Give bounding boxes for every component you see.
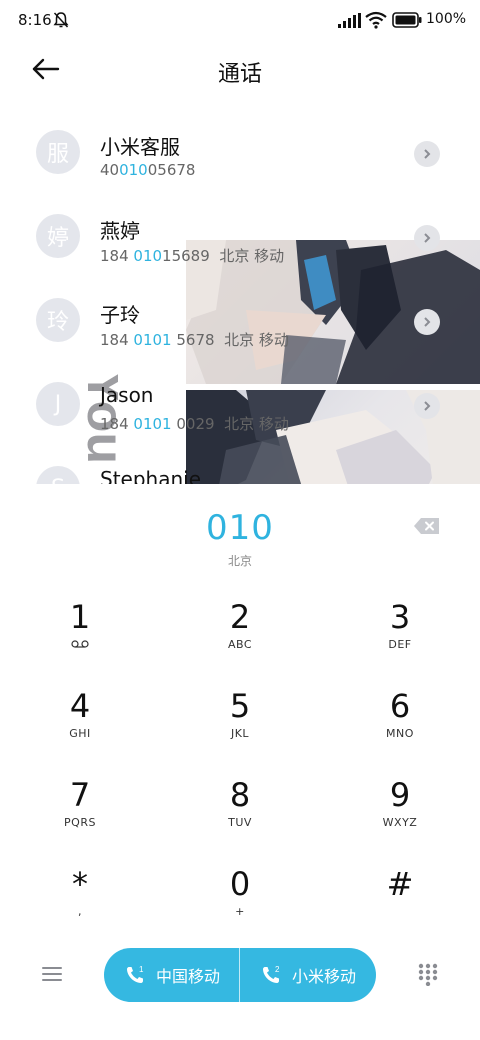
call-sim1-label: 中国移动 [155, 967, 220, 986]
dialed-location: 北京 [227, 554, 252, 568]
call-button-group: 1 中国移动 2 小米移动 [104, 948, 376, 1002]
contact-list[interactable]: You 服 小米客服 4001005678 婷 燕婷 184 01015689 … [0, 115, 480, 485]
key-4[interactable]: 4 GHI [20, 687, 140, 761]
contact-detail-button[interactable] [414, 393, 440, 419]
key-2[interactable]: 2 ABC [180, 598, 300, 672]
avatar: 婷 [36, 214, 80, 258]
key-star[interactable]: * , [20, 865, 140, 939]
bell-off-icon [53, 12, 69, 28]
key-3[interactable]: 3 DEF [340, 598, 460, 672]
status-bar: 8:16 100% [0, 0, 480, 44]
call-sim2-button[interactable]: 2 小米移动 [240, 948, 376, 1002]
phone-sim1-icon: 1 [126, 965, 144, 983]
phone-sim2-icon: 2 [262, 965, 280, 983]
contact-name: Stephanie [100, 467, 202, 485]
call-sim1-button[interactable]: 1 中国移动 [104, 948, 240, 1002]
contact-name: 小米客服 [100, 135, 180, 159]
battery-icon [392, 12, 422, 28]
contact-number: 184 01015689 北京 移动 [100, 247, 285, 265]
status-time: 8:16 [18, 11, 52, 29]
contact-number: 4001005678 [100, 161, 196, 179]
contact-number: 184 0101 0029 北京 移动 [100, 415, 289, 433]
contact-detail-button[interactable] [414, 225, 440, 251]
chevron-right-icon [424, 233, 431, 243]
avatar: S [36, 466, 80, 485]
call-sim2-label: 小米移动 [291, 967, 356, 986]
contact-item[interactable]: J Jason 184 0101 0029 北京 移动 [0, 367, 480, 451]
key-5[interactable]: 5 JKL [180, 687, 300, 761]
avatar: 玲 [36, 298, 80, 342]
wifi-icon [365, 11, 387, 29]
contact-name: 燕婷 [100, 219, 140, 243]
dialed-number: 010 [206, 508, 274, 548]
svg-text:2: 2 [275, 965, 280, 974]
key-0[interactable]: 0 + [180, 865, 300, 939]
backspace-icon[interactable] [413, 516, 441, 536]
avatar: J [36, 382, 80, 426]
contact-name: 子玲 [100, 303, 140, 327]
key-9[interactable]: 9 WXYZ [340, 776, 460, 850]
contact-item[interactable]: 玲 子玲 184 0101 5678 北京 移动 [0, 283, 480, 367]
avatar: 服 [36, 130, 80, 174]
contact-item[interactable]: 服 小米客服 4001005678 [0, 115, 480, 199]
contact-detail-button[interactable] [414, 141, 440, 167]
page-title: 通话 [217, 62, 262, 87]
contact-number: 184 0101 5678 北京 移动 [100, 331, 289, 349]
key-8[interactable]: 8 TUV [180, 776, 300, 850]
key-7[interactable]: 7 PQRS [20, 776, 140, 850]
chevron-right-icon [424, 401, 431, 411]
contact-item[interactable]: S Stephanie [0, 451, 480, 485]
battery-percent: 100% [426, 11, 467, 27]
contact-detail-button[interactable] [414, 309, 440, 335]
signal-icon [338, 13, 361, 28]
contact-name: Jason [100, 383, 154, 407]
key-1[interactable]: 1 [20, 598, 140, 672]
key-6[interactable]: 6 MNO [340, 687, 460, 761]
chevron-right-icon [424, 149, 431, 159]
contact-item[interactable]: 婷 燕婷 184 01015689 北京 移动 [0, 199, 480, 283]
voicemail-icon [71, 640, 89, 648]
key-hash[interactable]: # [340, 865, 460, 939]
menu-icon[interactable] [40, 962, 64, 986]
chevron-right-icon [424, 317, 431, 327]
keypad-icon[interactable] [416, 962, 440, 986]
svg-text:1: 1 [139, 965, 144, 974]
